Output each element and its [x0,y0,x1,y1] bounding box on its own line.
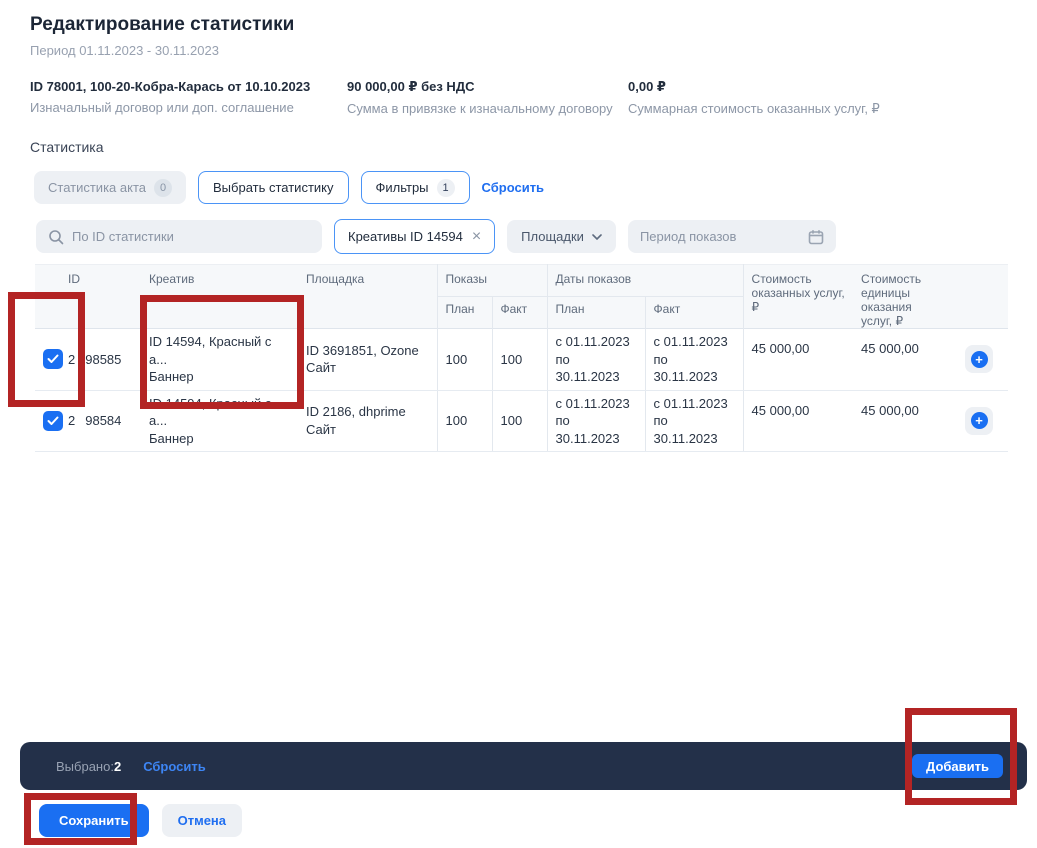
shows-fact-cell: 100 [492,329,547,391]
total-label: Суммарная стоимость оказанных услуг, ₽ [628,101,880,117]
header-shows-plan: План [437,297,492,329]
table-header: ID Креатив Площадка Показы Даты показов … [35,265,1008,329]
period-subtitle: Период 01.11.2023 - 30.11.2023 [30,43,294,58]
period-date-picker[interactable]: Период показов [628,220,836,253]
platforms-dropdown[interactable]: Площадки [507,220,616,253]
act-statistics-count-badge: 0 [154,179,172,197]
add-button[interactable]: Добавить [912,754,1003,778]
cost-cell: 45 000,00 [743,390,853,452]
statistic-id-prefix: 2 [68,352,75,367]
tab-select-statistics-label: Выбрать статистику [213,180,334,195]
statistic-id: 2 98585 [68,352,137,367]
footer-actions: Сохранить Отмена [39,804,242,837]
header-dates-plan: План [547,297,645,329]
header-cost: Стоимость оказанных услуг, ₽ [743,265,853,329]
reset-filters-link[interactable]: Сбросить [482,180,545,195]
plus-icon: + [971,351,988,368]
creative-cell: ID 14594, Красный с а... Баннер [149,333,292,386]
amount-label: Сумма в привязке к изначальному договору [347,101,628,116]
cancel-button[interactable]: Отмена [162,804,242,837]
add-row-button[interactable]: + [965,407,993,435]
save-button[interactable]: Сохранить [39,804,149,837]
total-value: 0,00 ₽ [628,79,880,95]
search-icon [48,229,64,245]
dates-fact-cell: с 01.11.2023 по 30.11.2023 [654,395,735,448]
close-icon[interactable]: × [472,229,481,245]
tab-act-statistics[interactable]: Статистика акта 0 [34,171,186,204]
header-creative: Креатив [145,265,300,329]
selection-bar: Выбрано: 2 Сбросить Добавить [20,742,1027,790]
header-id: ID [66,265,145,329]
shows-plan-cell: 100 [437,329,492,391]
page-header: Редактирование статистики Период 01.11.2… [30,14,294,58]
cost-cell: 45 000,00 [743,329,853,391]
calendar-icon [808,229,824,245]
row-checkbox[interactable] [43,411,63,431]
selected-count: 2 [114,759,121,774]
header-checkbox-col [35,265,66,329]
plus-icon: + [971,412,988,429]
period-placeholder: Период показов [640,229,736,244]
unit-cost-cell: 45 000,00 [853,329,950,391]
shows-plan-cell: 100 [437,390,492,452]
selected-label: Выбрано: [56,759,114,774]
filters-row: Креативы ID 14594 × Площадки Период пока… [36,219,836,254]
header-shows-group: Показы [437,265,547,297]
dates-plan-cell: с 01.11.2023 по 30.11.2023 [556,395,637,448]
contract-label: Изначальный договор или доп. соглашение [30,100,347,115]
statistics-search[interactable] [36,220,322,253]
header-unit-cost: Стоимость единицы оказания услуг, ₽ [853,265,950,329]
platform-cell: ID 2186, dhprime Сайт [306,403,429,438]
tab-act-statistics-label: Статистика акта [48,180,146,195]
edit-statistics-page: Редактирование статистики Период 01.11.2… [0,0,1037,848]
row-checkbox[interactable] [43,349,63,369]
tab-select-statistics[interactable]: Выбрать статистику [198,171,349,204]
statistics-toolbar: Статистика акта 0 Выбрать статистику Фил… [34,171,544,204]
filters-button-label: Фильтры [376,180,429,195]
summary-total: 0,00 ₽ Суммарная стоимость оказанных усл… [628,79,880,117]
add-row-button[interactable]: + [965,345,993,373]
filters-count-badge: 1 [437,179,455,197]
table-row[interactable]: 2 98585 ID 14594, Красный с а... Баннер … [35,329,1008,391]
statistic-id: 2 98584 [68,413,137,428]
header-platform: Площадка [300,265,437,329]
header-actions-col [950,265,1008,329]
dates-fact-cell: с 01.11.2023 по 30.11.2023 [654,333,735,386]
unit-cost-cell: 45 000,00 [853,390,950,452]
amount-value: 90 000,00 ₽ без НДС [347,79,628,95]
table-row[interactable]: 2 98584 ID 14594, Красный с а... Баннер … [35,390,1008,452]
creative-cell: ID 14594, Красный с а... Баннер [149,395,292,448]
checkmark-icon [47,354,59,364]
checkmark-icon [47,416,59,426]
creatives-filter-chip-label: Креативы ID 14594 [348,229,463,244]
dates-plan-cell: с 01.11.2023 по 30.11.2023 [556,333,637,386]
search-input[interactable] [72,229,310,244]
header-dates-fact: Факт [645,297,743,329]
creatives-filter-chip[interactable]: Креативы ID 14594 × [334,219,495,254]
platforms-dropdown-label: Площадки [521,229,584,244]
chevron-down-icon [592,234,602,240]
summary-amount: 90 000,00 ₽ без НДС Сумма в привязке к и… [347,79,628,117]
statistics-table: ID Креатив Площадка Показы Даты показов … [35,264,1008,452]
statistic-id-suffix: 98585 [85,352,121,367]
statistic-id-suffix: 98584 [85,413,121,428]
filters-button[interactable]: Фильтры 1 [361,171,470,204]
page-title: Редактирование статистики [30,14,294,36]
platform-cell: ID 3691851, Ozone Сайт [306,342,429,377]
summary-contract: ID 78001, 100-20-Кобра-Карась от 10.10.2… [30,79,347,117]
shows-fact-cell: 100 [492,390,547,452]
header-dates-group: Даты показов [547,265,743,297]
contract-value: ID 78001, 100-20-Кобра-Карась от 10.10.2… [30,79,347,94]
selection-reset-link[interactable]: Сбросить [143,759,206,774]
statistic-id-prefix: 2 [68,413,75,428]
header-shows-fact: Факт [492,297,547,329]
statistics-section-title: Статистика [30,139,104,155]
contract-summary: ID 78001, 100-20-Кобра-Карась от 10.10.2… [30,79,880,117]
